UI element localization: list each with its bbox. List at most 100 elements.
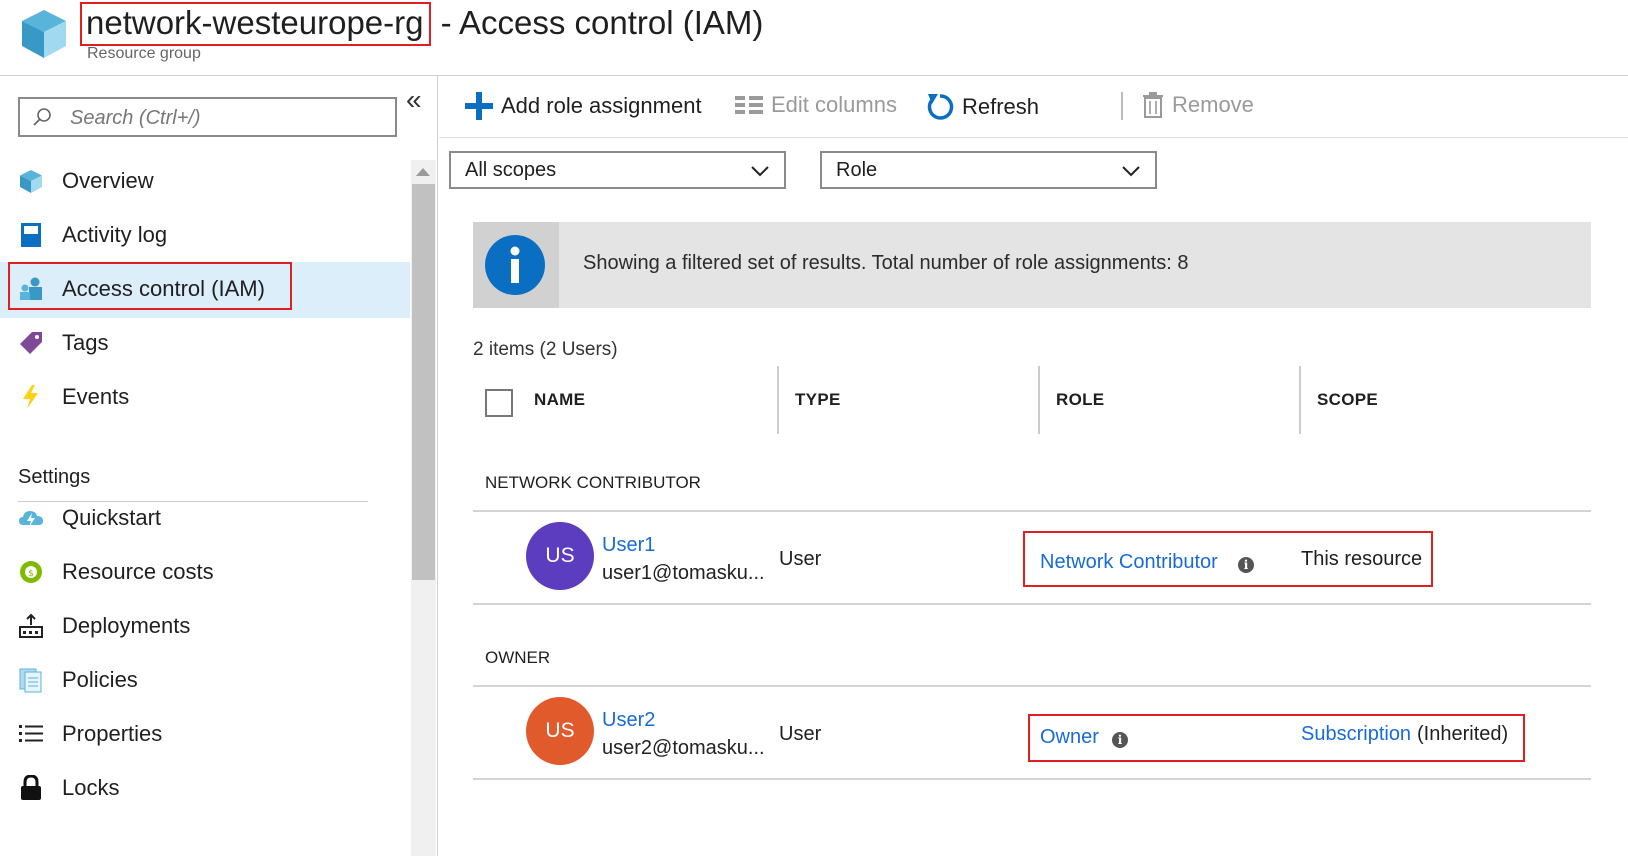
column-header-type[interactable]: TYPE	[795, 390, 841, 410]
edit-columns-button[interactable]: Edit columns	[735, 92, 897, 118]
sidebar-item-events[interactable]: Events	[0, 370, 410, 426]
remove-button[interactable]: Remove	[1142, 92, 1254, 118]
user-name-link[interactable]: User2	[602, 709, 655, 732]
blade-header: network-westeurope-rg - Access control (…	[0, 0, 1628, 76]
sidebar-item-label: Events	[62, 384, 130, 409]
trash-icon	[1143, 92, 1163, 118]
search-icon	[33, 108, 51, 126]
sidebar-item-access-control[interactable]: Access control (IAM)	[0, 262, 410, 318]
sidebar-item-label: Activity log	[62, 222, 168, 247]
sidebar-scrollbar[interactable]	[411, 160, 436, 856]
list-icon	[19, 725, 43, 742]
refresh-label: Refresh	[962, 94, 1040, 119]
lock-icon	[21, 775, 41, 800]
plus-icon	[465, 92, 493, 120]
sidebar-item-tags[interactable]: Tags	[0, 316, 410, 372]
sidebar-item-label: Overview	[62, 168, 154, 193]
select-all-checkbox[interactable]	[485, 389, 513, 417]
cost-icon: $	[20, 561, 42, 583]
group-by-dropdown-value: Role	[836, 159, 878, 181]
iam-icon	[20, 277, 42, 300]
remove-label: Remove	[1172, 92, 1254, 117]
sidebar-item-locks[interactable]: Locks	[0, 761, 410, 817]
info-icon[interactable]: i	[1238, 557, 1254, 573]
scope-suffix: (Inherited)	[1417, 723, 1509, 745]
avatar: US	[526, 522, 594, 590]
svg-text:$: $	[28, 569, 34, 579]
role-link[interactable]: Network Contributor	[1040, 551, 1218, 574]
sidebar-item-overview[interactable]: Overview	[0, 154, 410, 210]
row-divider	[473, 778, 1591, 780]
user-name-link[interactable]: User1	[602, 534, 655, 557]
row-divider	[473, 685, 1591, 687]
column-header-scope[interactable]: SCOPE	[1317, 390, 1378, 410]
search-input[interactable]: Search (Ctrl+/)	[18, 97, 397, 137]
role-link[interactable]: Owner	[1040, 726, 1099, 749]
row-divider	[473, 603, 1591, 605]
tag-icon	[20, 332, 42, 354]
policy-icon	[19, 668, 42, 693]
sidebar-item-label: Quickstart	[62, 505, 162, 530]
edit-columns-label: Edit columns	[771, 92, 897, 117]
main-content: Add role assignment Edit columns Refresh	[439, 76, 1628, 856]
sidebar: Search (Ctrl+/) « Overview Activity log …	[0, 76, 438, 856]
sidebar-item-label: Properties	[62, 721, 163, 746]
chevron-down-icon	[1122, 166, 1140, 177]
info-icon[interactable]: i	[1112, 732, 1128, 748]
sidebar-item-label: Policies	[62, 667, 138, 692]
sidebar-item-label: Access control (IAM)	[62, 276, 265, 301]
columns-icon	[735, 96, 763, 114]
sidebar-item-resource-costs[interactable]: $ Resource costs	[0, 545, 410, 601]
command-bar: Add role assignment Edit columns Refresh	[439, 76, 1628, 138]
activity-log-icon	[21, 223, 41, 247]
search-placeholder: Search (Ctrl+/)	[70, 107, 201, 129]
scope-text: This resource	[1301, 548, 1423, 570]
scope-link[interactable]: Subscription	[1301, 723, 1411, 746]
column-header-role[interactable]: ROLE	[1056, 390, 1104, 410]
scope-dropdown[interactable]: All scopes	[449, 151, 786, 189]
column-divider[interactable]	[1038, 366, 1040, 434]
info-icon	[485, 235, 545, 295]
user-email: user2@tomasku...	[602, 737, 765, 759]
column-divider[interactable]	[777, 366, 779, 434]
user-type: User	[779, 548, 822, 570]
table-header: NAME TYPE ROLE SCOPE	[473, 366, 1591, 436]
add-role-assignment-button[interactable]: Add role assignment	[465, 92, 702, 120]
info-icon-box	[473, 222, 559, 308]
collapse-sidebar-button[interactable]: «	[406, 84, 422, 116]
resource-group-icon	[22, 10, 66, 58]
resource-name: network-westeurope-rg	[80, 2, 432, 46]
row-divider	[473, 510, 1591, 512]
sidebar-item-activity-log[interactable]: Activity log	[0, 208, 410, 264]
scrollbar-thumb[interactable]	[412, 184, 435, 580]
column-header-name[interactable]: NAME	[534, 390, 585, 410]
group-header: OWNER	[485, 648, 551, 667]
chevron-down-icon	[751, 166, 769, 177]
user-type: User	[779, 723, 822, 745]
section-settings-heading: Settings	[18, 466, 91, 488]
group-by-dropdown[interactable]: Role	[820, 151, 1157, 189]
lightning-icon	[23, 385, 38, 409]
sidebar-item-label: Deployments	[62, 613, 191, 638]
cloud-icon	[19, 511, 43, 527]
column-divider[interactable]	[1299, 366, 1301, 434]
toolbar-divider	[1121, 92, 1123, 120]
group-header: NETWORK CONTRIBUTOR	[485, 473, 701, 492]
sidebar-item-quickstart[interactable]: Quickstart	[0, 491, 410, 547]
scope-dropdown-value: All scopes	[465, 159, 557, 181]
user-email: user1@tomasku...	[602, 562, 765, 584]
resource-group-icon	[20, 170, 42, 193]
deployments-icon	[19, 613, 43, 638]
info-banner-text: Showing a filtered set of results. Total…	[583, 252, 1189, 274]
add-role-assignment-label: Add role assignment	[501, 93, 702, 118]
refresh-button[interactable]: Refresh	[926, 92, 1039, 122]
sidebar-item-properties[interactable]: Properties	[0, 707, 410, 763]
sidebar-item-deployments[interactable]: Deployments	[0, 599, 410, 655]
scroll-up-arrow-icon[interactable]	[416, 168, 430, 176]
sidebar-item-label: Resource costs	[62, 559, 214, 584]
page-title: network-westeurope-rg - Access control (…	[80, 2, 763, 46]
sidebar-item-policies[interactable]: Policies	[0, 653, 410, 709]
resource-type-label: Resource group	[87, 45, 201, 62]
avatar: US	[526, 697, 594, 765]
info-banner: Showing a filtered set of results. Total…	[473, 222, 1591, 308]
